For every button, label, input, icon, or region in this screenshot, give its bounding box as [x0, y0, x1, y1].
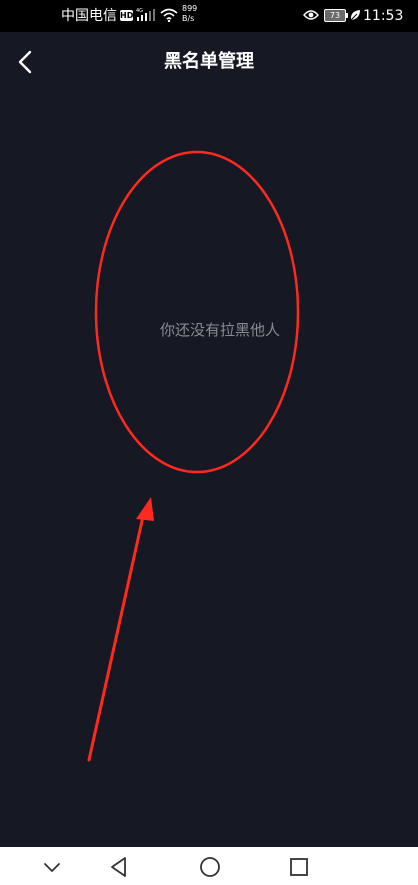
- empty-state-message: 你还没有拉黑他人: [159, 321, 280, 339]
- page-title: 黑名单管理: [164, 51, 254, 72]
- recents-square-icon[interactable]: [288, 856, 310, 878]
- home-circle-icon[interactable]: [199, 856, 221, 878]
- wifi-icon: [160, 8, 178, 22]
- chevron-down-icon[interactable]: [41, 856, 63, 878]
- back-triangle-icon[interactable]: [108, 856, 130, 878]
- clock: 11:53: [363, 8, 404, 24]
- net-speed-value: 899: [182, 4, 198, 13]
- annotation-ellipse: [94, 150, 300, 474]
- signal-icon: 4G: [136, 8, 155, 21]
- status-bar: 中国电信 HD 4G 899 B/s 73 11:53: [0, 0, 418, 32]
- annotation-arrow: [87, 497, 154, 762]
- net-speed-unit: B/s: [182, 14, 195, 23]
- battery-icon: 73: [324, 9, 346, 22]
- system-nav-bar: [0, 847, 418, 885]
- header: 黑名单管理: [0, 32, 418, 92]
- eye-icon: [303, 10, 319, 20]
- hd-badge: HD: [120, 10, 134, 21]
- carrier-name: 中国电信: [61, 8, 117, 24]
- net-speed: 899 B/s: [182, 4, 197, 24]
- signal-label: 4G: [136, 8, 143, 14]
- blacklist-screen: 中国电信 HD 4G 899 B/s 73 11:53 黑名单管理 你还没有拉黑…: [0, 0, 418, 885]
- battery-tip: [346, 13, 348, 18]
- leaf-icon: [350, 10, 360, 21]
- annotation-overlay: [87, 150, 300, 762]
